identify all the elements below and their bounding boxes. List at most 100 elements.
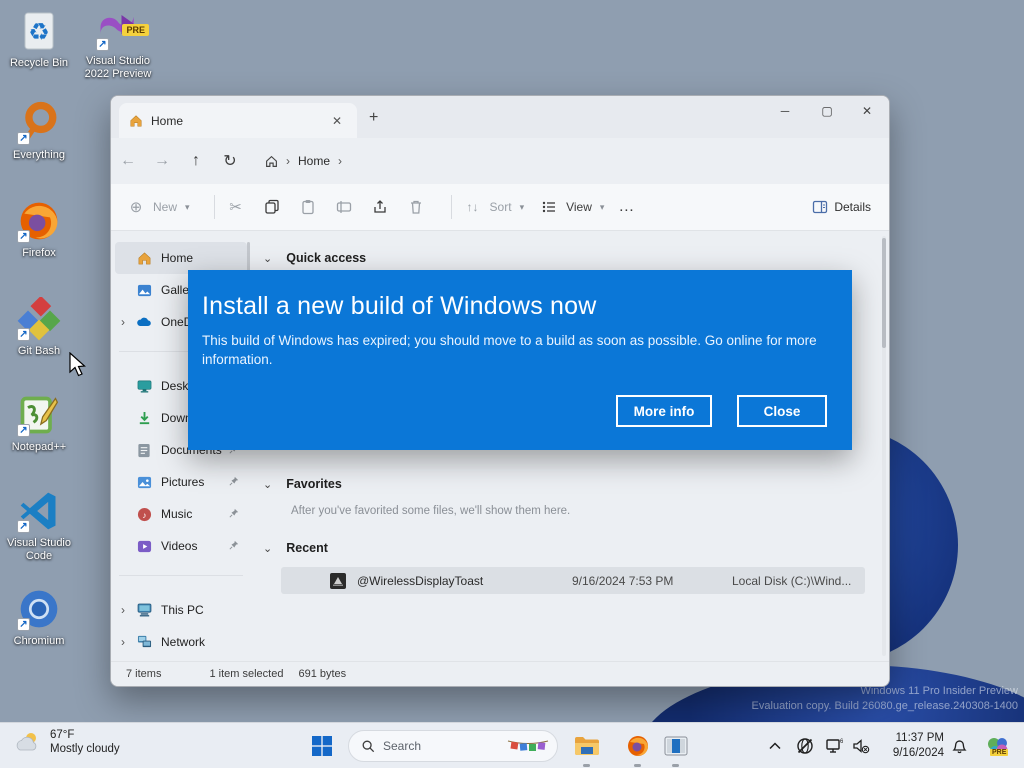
breadcrumb[interactable]: › Home › bbox=[257, 146, 527, 176]
back-icon[interactable]: ← bbox=[111, 152, 145, 170]
more-info-button[interactable]: More info bbox=[616, 395, 712, 427]
delete-button[interactable] bbox=[405, 196, 427, 218]
chevron-right-icon[interactable]: › bbox=[338, 154, 342, 168]
maximize-button[interactable]: ▢ bbox=[807, 98, 847, 124]
search-highlight-icon[interactable] bbox=[507, 737, 549, 755]
monitor-tray-icon[interactable]: 6 bbox=[823, 735, 845, 757]
home-icon bbox=[135, 250, 153, 266]
vm-window-taskbar-icon[interactable] bbox=[660, 730, 692, 762]
desktop-icon-visual-studio-code[interactable]: ↗ Visual Studio Code bbox=[0, 488, 78, 563]
tab-close-icon[interactable]: ✕ bbox=[327, 111, 347, 131]
visual-studio-code-icon: ↗ bbox=[16, 488, 62, 534]
share-button[interactable] bbox=[369, 196, 391, 218]
notifications-bell-icon[interactable] bbox=[948, 735, 970, 757]
up-icon[interactable]: ↑ bbox=[179, 152, 213, 170]
dialog-close-button[interactable]: Close bbox=[737, 395, 827, 427]
breadcrumb-home-icon bbox=[266, 155, 277, 167]
start-button[interactable] bbox=[306, 730, 338, 762]
sidebar-item-music[interactable]: ♪ Music bbox=[115, 498, 247, 530]
new-tab-button[interactable]: + bbox=[369, 109, 378, 127]
chevron-down-icon[interactable]: ⌄ bbox=[263, 542, 272, 555]
section-favorites[interactable]: ⌄ Favorites bbox=[253, 470, 879, 498]
volume-muted-icon[interactable] bbox=[850, 735, 872, 757]
chevron-right-icon[interactable]: › bbox=[121, 635, 135, 649]
chevron-right-icon[interactable]: › bbox=[121, 315, 135, 329]
chromium-icon: ↗ bbox=[16, 586, 62, 632]
chevron-down-icon[interactable]: ⌄ bbox=[263, 252, 272, 265]
this-pc-icon bbox=[135, 602, 153, 618]
sort-button[interactable]: ↑↓ Sort ▾ bbox=[462, 196, 525, 218]
weather-condition: Mostly cloudy bbox=[50, 743, 120, 755]
search-icon bbox=[362, 740, 375, 753]
desktop-icon-chromium[interactable]: ↗ Chromium bbox=[0, 586, 78, 648]
refresh-icon[interactable]: ↻ bbox=[213, 151, 247, 171]
breadcrumb-home[interactable]: Home bbox=[298, 154, 330, 168]
trash-icon bbox=[405, 196, 427, 218]
desktop-icon-firefox[interactable]: ↗ Firefox bbox=[0, 198, 78, 260]
vs-preview-tray-icon[interactable]: PRE bbox=[982, 732, 1014, 764]
desktop-icon-notepad-plus-plus[interactable]: ↗ Notepad++ bbox=[0, 392, 78, 454]
pre-badge: PRE bbox=[122, 24, 149, 36]
desktop-icon-recycle-bin[interactable]: ♻ Recycle Bin bbox=[0, 8, 78, 70]
more-options-button[interactable]: … bbox=[618, 198, 635, 216]
desktop-folder-icon bbox=[135, 378, 153, 394]
file-icon bbox=[329, 572, 347, 590]
taskbar-clock[interactable]: 11:37 PM 9/16/2024 bbox=[893, 731, 944, 761]
file-explorer-taskbar-icon[interactable] bbox=[571, 730, 603, 762]
weather-widget[interactable]: 67°F Mostly cloudy bbox=[14, 728, 120, 756]
view-icon bbox=[538, 196, 560, 218]
everything-icon: ↗ bbox=[16, 100, 62, 146]
view-button[interactable]: View ▾ bbox=[538, 196, 604, 218]
running-indicator bbox=[634, 764, 641, 767]
pictures-icon bbox=[135, 474, 153, 490]
chevron-down-icon[interactable]: ⌄ bbox=[263, 478, 272, 491]
copy-icon bbox=[261, 196, 283, 218]
section-recent[interactable]: ⌄ Recent bbox=[253, 534, 879, 562]
mouse-cursor bbox=[68, 351, 90, 383]
no-internet-icon[interactable] bbox=[794, 735, 816, 757]
chevron-right-icon[interactable]: › bbox=[121, 603, 135, 617]
section-quick-access[interactable]: ⌄ Quick access bbox=[253, 244, 879, 272]
svg-text:♻: ♻ bbox=[28, 19, 50, 46]
desktop-icon-visual-studio-preview[interactable]: PRE ↗ Visual Studio 2022 Preview bbox=[79, 6, 157, 81]
clock-time: 11:37 PM bbox=[895, 732, 944, 744]
share-icon bbox=[369, 196, 391, 218]
sidebar-item-pictures[interactable]: Pictures bbox=[115, 466, 247, 498]
dialog-title: Install a new build of Windows now bbox=[202, 292, 597, 320]
shortcut-arrow-icon: ↗ bbox=[17, 230, 30, 243]
notepad-plus-plus-icon: ↗ bbox=[16, 392, 62, 438]
taskbar-search[interactable]: Search bbox=[348, 730, 558, 762]
pre-badge: PRE bbox=[990, 749, 1009, 756]
favorites-hint: After you've favorited some files, we'll… bbox=[291, 505, 571, 517]
downloads-icon bbox=[135, 410, 153, 426]
file-date: 9/16/2024 7:53 PM bbox=[572, 573, 674, 588]
minimize-button[interactable]: ─ bbox=[765, 98, 805, 124]
command-toolbar: ⊕ New ▾ ✂ ↑↓ Sort ▾ View ▾ … Details bbox=[111, 184, 889, 231]
forward-icon[interactable]: → bbox=[145, 152, 179, 170]
window-close-button[interactable]: ✕ bbox=[847, 98, 887, 124]
firefox-taskbar-icon[interactable] bbox=[622, 730, 654, 762]
plus-circle-icon: ⊕ bbox=[129, 199, 143, 216]
paste-icon bbox=[297, 196, 319, 218]
file-location: Local Disk (C:)\Wind... bbox=[732, 573, 852, 588]
sidebar-item-this-pc[interactable]: › This PC bbox=[115, 594, 247, 626]
desktop-icon-everything[interactable]: ↗ Everything bbox=[0, 100, 78, 162]
status-item-count: 7 items bbox=[126, 668, 162, 680]
explorer-tab-bar: Home ✕ + ─ ▢ ✕ bbox=[111, 96, 889, 138]
sidebar-item-network[interactable]: › Network bbox=[115, 626, 247, 658]
rename-button[interactable] bbox=[333, 196, 355, 218]
paste-button[interactable] bbox=[297, 196, 319, 218]
new-button[interactable]: ⊕ New ▾ bbox=[125, 196, 190, 218]
cut-button[interactable]: ✂ bbox=[225, 196, 247, 218]
sidebar-item-videos[interactable]: Videos bbox=[115, 530, 247, 562]
partly-cloudy-icon bbox=[16, 733, 37, 751]
file-row-wireless-display-toast[interactable]: @WirelessDisplayToast 9/16/2024 7:53 PM … bbox=[281, 567, 865, 594]
tray-chevron-up-icon[interactable] bbox=[764, 735, 786, 757]
desktop-icon-git-bash[interactable]: ↗ Git Bash bbox=[0, 296, 78, 358]
details-pane-button[interactable]: Details bbox=[812, 199, 871, 215]
content-scrollbar-thumb[interactable] bbox=[882, 238, 886, 348]
documents-icon bbox=[135, 442, 153, 458]
status-size: 691 bytes bbox=[298, 668, 347, 680]
copy-button[interactable] bbox=[261, 196, 283, 218]
tab-home[interactable]: Home ✕ bbox=[119, 103, 357, 138]
